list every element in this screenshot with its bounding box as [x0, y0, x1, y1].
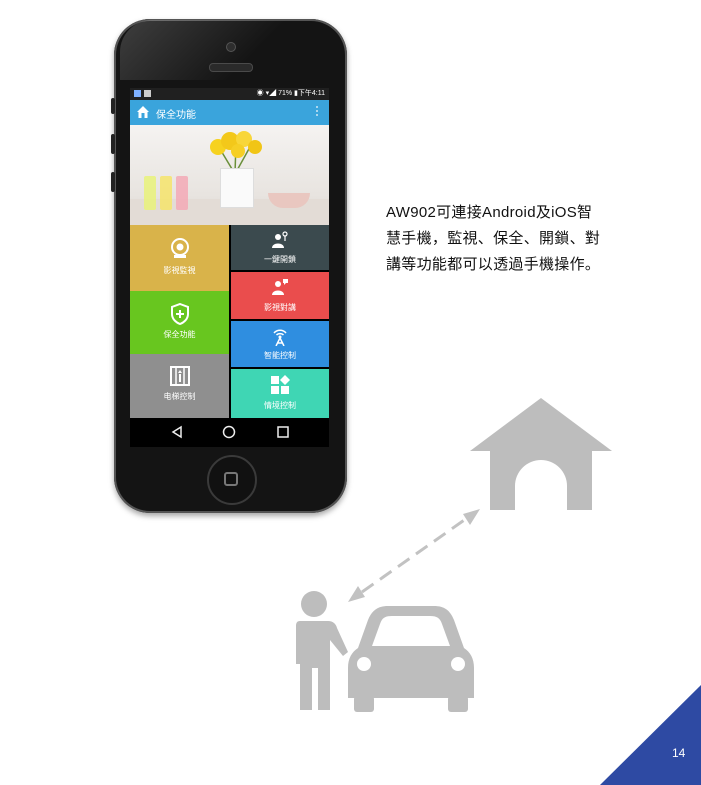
front-camera: [226, 42, 236, 52]
clock: 下午4:11: [297, 90, 325, 97]
tile-video-intercom[interactable]: 影視對講: [231, 272, 329, 319]
tile-label: 影視對講: [264, 303, 296, 312]
android-nav-bar: [130, 418, 329, 447]
page-number: 14: [672, 746, 686, 760]
illustration: [296, 398, 612, 712]
camera-icon: [170, 238, 189, 258]
tile-label: 电梯控制: [163, 392, 196, 401]
shield-plus-icon: [170, 303, 189, 325]
image-notification-icon: [144, 90, 151, 97]
tile-smart-control[interactable]: 智能控制: [231, 321, 329, 367]
description-line-1: AW902可連接Android及iOS智: [386, 204, 593, 221]
key-person-icon: [272, 231, 288, 248]
elevator-icon: [169, 366, 190, 386]
dashed-arrow-icon: [348, 509, 480, 602]
signal-icon: ◉ ▾◢: [256, 90, 279, 97]
overflow-menu-icon[interactable]: [316, 106, 319, 120]
back-icon[interactable]: [170, 425, 184, 439]
tile-label: 智能控制: [264, 351, 296, 360]
tile-elevator[interactable]: 电梯控制: [130, 354, 229, 418]
phone-speaker: [209, 63, 253, 72]
grid-shapes-icon: [271, 375, 290, 394]
home-circle-icon[interactable]: [222, 425, 236, 439]
phone-screen: ◉ ▾◢ 71% ▮下午4:11 保全功能 影視監視 保全功能 电梯控制 一鍵開…: [130, 88, 329, 447]
function-grid: 影視監視 保全功能 电梯控制 一鍵開鎖 影視對講 智能控制 情境控制: [130, 225, 329, 418]
antenna-icon: [273, 329, 287, 346]
battery-level: 71%: [278, 90, 293, 97]
phone-volume-down: [111, 172, 115, 192]
status-bar: ◉ ▾◢ 71% ▮下午4:11: [130, 88, 329, 100]
tile-one-key-unlock[interactable]: 一鍵開鎖: [231, 225, 329, 270]
tile-label: 情境控制: [264, 401, 296, 410]
hero-image: [130, 125, 329, 225]
app-bar: 保全功能: [130, 100, 329, 125]
car-icon: [348, 606, 474, 712]
intercom-person-icon: [272, 279, 288, 295]
home-icon[interactable]: [136, 105, 150, 119]
corner-triangle: [600, 685, 701, 785]
tile-label: 一鍵開鎖: [264, 255, 296, 264]
tile-security[interactable]: 保全功能: [130, 291, 229, 354]
home-notification-icon: [134, 90, 141, 97]
description-line-2: 慧手機，監視、保全、開鎖、對: [386, 230, 601, 247]
tile-label: 影視監視: [163, 266, 196, 275]
description-text: AW902可連接Android及iOS智 慧手機，監視、保全、開鎖、對 講等功能…: [386, 200, 622, 278]
phone-mute-switch: [111, 98, 115, 114]
status-right: ◉ ▾◢ 71% ▮下午4:11: [257, 88, 325, 100]
tile-label: 保全功能: [163, 330, 196, 339]
description-line-3: 講等功能都可以透過手機操作。: [386, 256, 601, 273]
tile-video-monitor[interactable]: 影視監視: [130, 225, 229, 291]
tile-scene[interactable]: 情境控制: [231, 369, 329, 418]
person-icon: [296, 591, 348, 710]
phone-volume-up: [111, 134, 115, 154]
phone-home-button[interactable]: [207, 455, 257, 505]
app-title: 保全功能: [156, 110, 196, 121]
house-icon: [470, 398, 612, 510]
recents-icon[interactable]: [276, 425, 290, 439]
